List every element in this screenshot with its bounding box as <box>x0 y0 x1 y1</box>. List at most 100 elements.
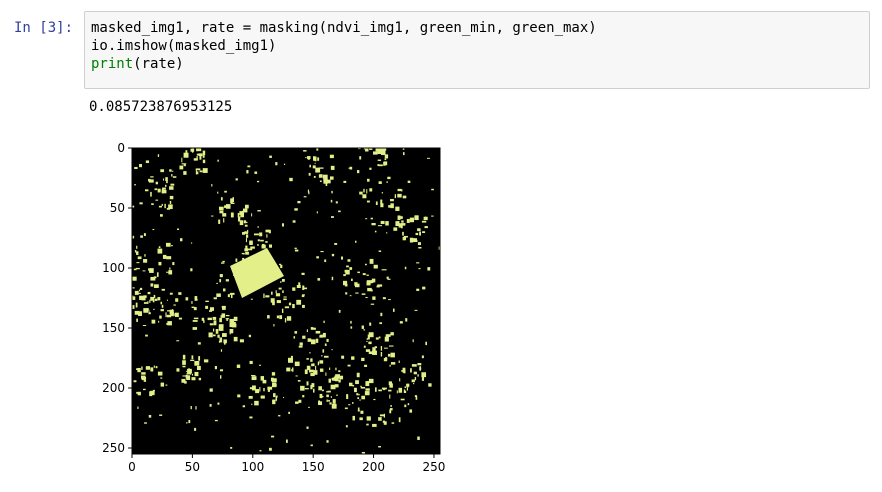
mask-pixel <box>342 280 348 286</box>
mask-pixel <box>219 337 223 343</box>
mask-pixel <box>331 276 334 281</box>
mask-pixel <box>219 328 222 331</box>
mask-pixel <box>235 258 238 262</box>
x-tick-label: 100 <box>241 460 264 474</box>
mask-pixel <box>156 272 159 277</box>
mask-pixel <box>313 363 315 365</box>
mask-pixel <box>278 414 281 417</box>
mask-pixel <box>428 383 432 387</box>
mask-pixel <box>308 172 311 176</box>
mask-pixel <box>219 274 223 278</box>
mask-pixel <box>343 274 346 277</box>
mask-pixel <box>230 321 236 324</box>
mask-pixel <box>383 162 386 166</box>
mask-pixel <box>331 349 333 351</box>
mask-pixel <box>282 290 284 294</box>
mask-pixel <box>350 320 352 324</box>
mask-pixel <box>219 278 222 283</box>
mask-pixel <box>162 254 167 259</box>
print-keyword: print <box>91 56 134 72</box>
mask-pixel <box>346 394 349 400</box>
mask-pixel <box>242 231 246 235</box>
mask-pixel <box>362 196 365 198</box>
mask-pixel <box>418 247 422 249</box>
mask-pixel <box>214 366 217 370</box>
mask-pixel <box>230 293 233 299</box>
mask-pixel <box>138 292 141 294</box>
mask-pixel <box>343 180 347 183</box>
mask-pixel <box>411 379 415 383</box>
mask-pixel <box>379 414 385 417</box>
mask-pixel <box>177 228 180 230</box>
mask-pixel <box>406 387 409 391</box>
mask-pixel <box>419 231 421 236</box>
mask-pixel <box>319 393 323 399</box>
mask-pixel <box>365 388 370 391</box>
mask-pixel <box>164 203 166 209</box>
mask-pixel <box>154 298 158 301</box>
mask-pixel <box>247 165 251 168</box>
mask-pixel <box>372 296 376 300</box>
mask-pixel <box>351 278 353 282</box>
mask-pixel <box>157 371 163 376</box>
mask-pixel <box>366 423 369 426</box>
mask-pixel <box>219 210 224 214</box>
mask-pixel <box>142 325 147 327</box>
mask-pixel <box>241 252 245 255</box>
mask-pixel <box>386 181 388 183</box>
mask-pixel <box>375 201 378 206</box>
code-cell-input[interactable]: masked_img1, rate = masking(ndvi_img1, g… <box>84 11 870 89</box>
mask-pixel <box>213 297 217 300</box>
mask-pixel <box>137 367 141 373</box>
mask-pixel <box>302 395 305 398</box>
mask-pixel <box>216 282 218 284</box>
mask-pixel <box>161 304 164 308</box>
mask-pixel <box>431 188 434 191</box>
mask-pixel <box>417 374 419 377</box>
mask-pixel <box>172 176 177 178</box>
mask-pixel <box>386 276 389 279</box>
mask-pixel <box>307 156 311 160</box>
mask-pixel <box>183 164 186 167</box>
mask-pixel <box>213 328 215 332</box>
mask-pixel <box>176 368 180 372</box>
mask-pixel <box>280 264 283 269</box>
mask-pixel <box>195 168 201 171</box>
mask-pixel <box>230 199 233 204</box>
mask-pixel <box>310 373 315 377</box>
mask-pixel <box>265 295 270 298</box>
mask-pixel <box>157 154 160 157</box>
mask-pixel <box>192 320 198 322</box>
mask-pixel <box>142 270 146 272</box>
mask-pixel <box>323 178 328 184</box>
mask-pixel <box>185 374 188 379</box>
mask-pixel <box>281 223 284 227</box>
mask-pixel <box>254 400 259 406</box>
x-tick-label: 200 <box>362 460 385 474</box>
mask-pixel <box>158 246 161 249</box>
mask-pixel <box>225 279 229 282</box>
mask-pixel <box>378 164 383 167</box>
mask-pixel <box>272 399 276 405</box>
mask-pixel <box>413 383 415 385</box>
mask-pixel <box>260 395 265 399</box>
code-line-2: io.imshow(masked_img1) <box>91 38 277 54</box>
mask-pixel <box>292 220 296 223</box>
mask-pixel <box>316 256 319 259</box>
mask-pixel <box>390 352 395 358</box>
mask-pixel <box>166 256 172 260</box>
mask-pixel <box>162 189 167 194</box>
mask-pixel <box>222 260 225 263</box>
mask-pixel <box>411 364 417 367</box>
mask-pixel <box>271 435 275 438</box>
mask-pixel <box>190 359 195 362</box>
mask-pixel <box>272 301 275 306</box>
code-line-3: print(rate) <box>91 55 863 73</box>
mask-pixel <box>207 317 212 321</box>
mask-pixel <box>133 380 137 383</box>
mask-pixel <box>348 382 353 387</box>
mask-pixel <box>349 295 352 297</box>
mask-pixel <box>421 220 427 223</box>
mask-pixel <box>257 239 260 242</box>
mask-pixel <box>355 240 357 243</box>
